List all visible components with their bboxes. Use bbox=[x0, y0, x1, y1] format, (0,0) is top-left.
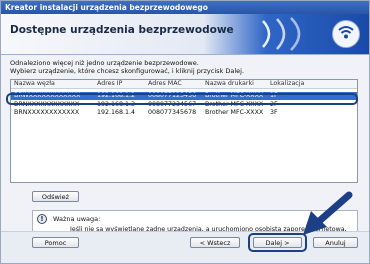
device-mac: 008077345678 bbox=[148, 109, 197, 116]
installer-window: Kreator instalacji urządzenia bezprzewod… bbox=[0, 0, 370, 264]
device-row[interactable]: BRNXXXXXXXXXXXX 192.168.1.4 008077345678… bbox=[11, 109, 357, 117]
help-button[interactable]: Pomoc bbox=[32, 237, 79, 248]
device-node-name: BRNXXXXXXXXXXXX bbox=[14, 109, 80, 116]
device-location: 3F bbox=[270, 109, 278, 116]
refresh-button[interactable]: Odśwież bbox=[32, 191, 79, 202]
back-button[interactable]: < Wstecz bbox=[190, 237, 240, 248]
selection-highlight-ring bbox=[6, 93, 358, 105]
window-title: Kreator instalacji urządzenia bezprzewod… bbox=[1, 1, 369, 14]
column-header-node[interactable]: Nazwa węzła bbox=[14, 80, 55, 88]
column-header-mac[interactable]: Adres MAC bbox=[148, 80, 182, 88]
intro-line-2: Wybierz urządzenie, które chcesz skonfig… bbox=[10, 67, 245, 75]
column-header-ip[interactable]: Adres IP bbox=[97, 80, 122, 88]
page-title: Dostępne urządzenia bezprzewodowe bbox=[10, 24, 234, 36]
decorative-wave bbox=[262, 17, 301, 51]
list-header: Nazwa węzła Adres IP Adres MAC Nazwa dru… bbox=[11, 80, 357, 89]
pointer-arrow-icon bbox=[303, 191, 353, 235]
wifi-icon bbox=[332, 20, 360, 48]
column-header-location[interactable]: Lokalizacja bbox=[270, 80, 304, 88]
intro-line-1: Odnaleziono więcej niż jedno urządzenie … bbox=[10, 59, 199, 67]
note-heading: Ważna uwaga: bbox=[53, 215, 101, 223]
column-header-printer[interactable]: Nazwa drukarki bbox=[205, 80, 254, 88]
device-ip: 192.168.1.4 bbox=[97, 109, 136, 116]
intro-text: Odnaleziono więcej niż jedno urządzenie … bbox=[10, 59, 340, 75]
device-printer-name: Brother MFC-XXXX bbox=[205, 109, 264, 116]
info-icon: ! bbox=[37, 214, 47, 224]
wizard-header: Dostępne urządzenia bezprzewodowe bbox=[1, 14, 369, 55]
